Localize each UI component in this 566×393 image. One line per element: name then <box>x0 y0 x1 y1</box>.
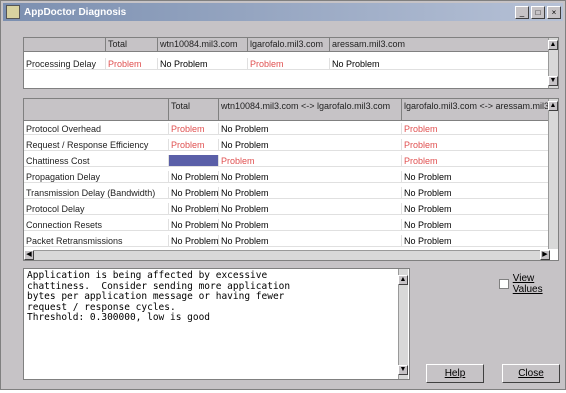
status-cell[interactable]: No Problem <box>402 203 550 215</box>
status-cell[interactable]: No Problem <box>219 203 402 215</box>
diagnosis-grid: Total wtn10084.mil3.com <-> lgarofalo.mi… <box>23 98 559 261</box>
main-col-pair1[interactable]: wtn10084.mil3.com <-> lgarofalo.mil3.com <box>219 99 402 121</box>
main-grid-hscroll[interactable]: ◀ ▶ <box>24 250 550 260</box>
processing-delay-grid: Total wtn10084.mil3.com lgarofalo.mil3.c… <box>23 37 559 89</box>
scroll-up-icon[interactable]: ▲ <box>398 275 408 285</box>
window-title: AppDoctor Diagnosis <box>24 6 127 18</box>
status-cell[interactable]: No Problem <box>219 219 402 231</box>
row-label: Transmission Delay (Bandwidth) <box>24 187 169 199</box>
status-cell[interactable]: No Problem <box>402 235 550 247</box>
status-cell[interactable]: Problem <box>402 123 550 135</box>
top-col-lgarofalo[interactable]: lgarofalo.mil3.com <box>248 38 330 52</box>
status-cell[interactable]: No Problem <box>219 171 402 183</box>
status-cell[interactable]: No Problem <box>402 171 550 183</box>
main-grid-vscroll[interactable]: ▲ <box>548 99 558 249</box>
details-vscroll[interactable]: ▲ ▼ <box>398 269 408 379</box>
appdoctor-window: AppDoctor Diagnosis _ □ × Total wtn10084… <box>0 0 566 390</box>
view-values-checkbox[interactable]: View Values <box>499 273 565 295</box>
scroll-down-icon[interactable]: ▼ <box>548 76 558 86</box>
top-col-total[interactable]: Total <box>106 38 158 52</box>
scroll-up-icon[interactable]: ▲ <box>548 40 558 50</box>
status-cell[interactable]: No Problem <box>219 235 402 247</box>
row-label: Protocol Overhead <box>24 123 169 135</box>
status-cell[interactable]: No Problem <box>169 235 219 247</box>
top-col-aressam[interactable]: aressam.mil3.com <box>330 38 550 52</box>
status-cell[interactable]: No Problem <box>169 203 219 215</box>
row-label: Propagation Delay <box>24 171 169 183</box>
app-icon <box>6 5 20 19</box>
top-value-wtn[interactable]: No Problem <box>158 58 248 70</box>
status-cell[interactable]: No Problem <box>169 219 219 231</box>
status-cell[interactable]: Problem <box>169 139 219 151</box>
scroll-right-icon[interactable]: ▶ <box>540 250 550 260</box>
status-cell[interactable]: No Problem <box>402 187 550 199</box>
maximize-icon[interactable]: □ <box>531 5 545 19</box>
close-window-icon[interactable]: × <box>547 5 561 19</box>
main-col-pair2[interactable]: lgarofalo.mil3.com <-> aressam.mil3.com <box>402 99 550 121</box>
status-cell[interactable]: No Problem <box>402 219 550 231</box>
row-label: Request / Response Efficiency <box>24 139 169 151</box>
top-value-lgarofalo[interactable]: Problem <box>248 58 330 70</box>
minimize-icon[interactable]: _ <box>515 5 529 19</box>
status-cell[interactable]: Problem <box>402 155 550 167</box>
scroll-left-icon[interactable]: ◀ <box>24 250 34 260</box>
checkbox-box[interactable] <box>499 279 509 289</box>
main-grid-corner <box>24 99 169 121</box>
top-value-total[interactable]: Problem <box>106 58 158 70</box>
row-label: Chattiness Cost <box>24 155 169 167</box>
status-cell[interactable]: Problem <box>219 155 402 167</box>
status-cell[interactable] <box>169 155 219 167</box>
status-cell[interactable]: No Problem <box>169 187 219 199</box>
scroll-up-icon[interactable]: ▲ <box>548 101 558 111</box>
status-cell[interactable]: No Problem <box>219 123 402 135</box>
scroll-down-icon[interactable]: ▼ <box>398 365 408 375</box>
top-col-wtn[interactable]: wtn10084.mil3.com <box>158 38 248 52</box>
row-label: Connection Resets <box>24 219 169 231</box>
diagnosis-details-text[interactable]: Application is being affected by excessi… <box>23 268 410 380</box>
title-bar[interactable]: AppDoctor Diagnosis _ □ × <box>3 3 563 21</box>
status-cell[interactable]: No Problem <box>219 139 402 151</box>
row-label: Packet Retransmissions <box>24 235 169 247</box>
row-label: Protocol Delay <box>24 203 169 215</box>
status-cell[interactable]: No Problem <box>219 187 402 199</box>
status-cell[interactable]: Problem <box>169 123 219 135</box>
help-button[interactable]: Help <box>426 364 484 383</box>
main-col-total[interactable]: Total <box>169 99 219 121</box>
view-values-label: View Values <box>512 273 543 295</box>
top-grid-corner <box>24 38 106 52</box>
row-label-processing-delay: Processing Delay <box>24 58 106 70</box>
close-button[interactable]: Close <box>502 364 560 383</box>
top-grid-vscroll[interactable]: ▲ ▼ <box>548 38 558 88</box>
top-value-aressam[interactable]: No Problem <box>330 58 550 70</box>
status-cell[interactable]: No Problem <box>169 171 219 183</box>
status-cell[interactable]: Problem <box>402 139 550 151</box>
